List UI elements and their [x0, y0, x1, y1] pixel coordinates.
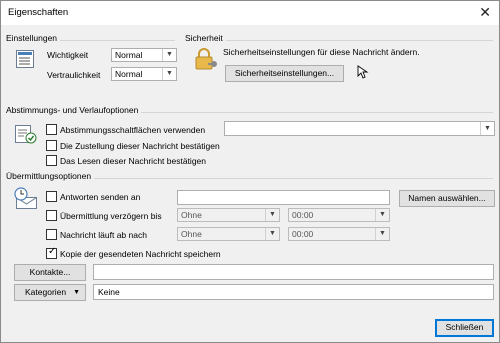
- delay-delivery-checkbox[interactable]: [46, 210, 57, 221]
- contacts-input[interactable]: [93, 264, 494, 280]
- chevron-down-icon: ▼: [375, 228, 389, 240]
- importance-label: Wichtigkeit: [47, 50, 89, 60]
- voting-buttons-checkbox[interactable]: [46, 124, 57, 135]
- chevron-down-icon: ▼: [480, 122, 494, 135]
- lock-key-icon: [195, 48, 217, 70]
- expires-label: Nachricht läuft ab nach: [60, 230, 147, 240]
- delay-time-select[interactable]: 00:00 ▼: [288, 208, 390, 222]
- replies-to-checkbox[interactable]: [46, 191, 57, 202]
- title-bar: Eigenschaften ✕: [1, 1, 499, 25]
- categories-input[interactable]: Keine: [93, 284, 494, 300]
- close-button[interactable]: Schließen: [435, 319, 494, 337]
- sensitivity-value: Normal: [115, 69, 143, 79]
- categories-button[interactable]: Kategorien ▼: [14, 284, 86, 301]
- delivery-clock-icon: [14, 187, 37, 209]
- read-receipt-label: Das Lesen dieser Nachricht bestätigen: [60, 156, 206, 166]
- chevron-down-icon: ▼: [265, 228, 279, 240]
- sensitivity-select[interactable]: Normal ▼: [111, 67, 177, 81]
- delivery-heading: Übermittlungsoptionen: [6, 171, 95, 181]
- expires-date-select[interactable]: Ohne ▼: [177, 227, 280, 241]
- importance-value: Normal: [115, 50, 143, 60]
- voting-buttons-select[interactable]: ▼: [224, 121, 495, 136]
- replies-to-label: Antworten senden an: [60, 192, 141, 202]
- chevron-down-icon: ▼: [375, 209, 389, 221]
- voting-check-icon: [15, 125, 37, 144]
- delay-date-value: Ohne: [181, 210, 202, 220]
- expires-time-value: 00:00: [292, 229, 314, 239]
- security-settings-button[interactable]: Sicherheitseinstellungen...: [225, 65, 344, 82]
- delay-date-select[interactable]: Ohne ▼: [177, 208, 280, 222]
- security-divider: [186, 40, 493, 41]
- voting-heading: Abstimmungs- und Verlaufoptionen: [6, 105, 142, 115]
- read-receipt-checkbox[interactable]: [46, 155, 57, 166]
- sensitivity-label: Vertraulichkeit: [47, 70, 101, 80]
- select-names-button[interactable]: Namen auswählen...: [399, 190, 495, 207]
- importance-select[interactable]: Normal ▼: [111, 48, 177, 62]
- settings-heading: Einstellungen: [6, 33, 61, 43]
- dropdown-arrow-icon: ▼: [73, 289, 80, 296]
- categories-button-label: Kategorien: [25, 287, 67, 297]
- close-icon[interactable]: ✕: [479, 4, 491, 21]
- chevron-down-icon: ▼: [162, 68, 176, 80]
- delay-delivery-label: Übermittlung verzögern bis: [60, 211, 162, 221]
- chevron-down-icon: ▼: [162, 49, 176, 61]
- security-description: Sicherheitseinstellungen für diese Nachr…: [223, 47, 420, 57]
- security-heading: Sicherheit: [185, 33, 226, 43]
- categories-value: Keine: [98, 287, 120, 297]
- properties-dialog: Eigenschaften ✕ Einstellungen Wichtigkei…: [0, 0, 500, 343]
- replies-to-input[interactable]: [177, 190, 390, 205]
- save-copy-label: Kopie der gesendeten Nachricht speichern: [60, 249, 221, 259]
- delivery-receipt-checkbox[interactable]: [46, 140, 57, 151]
- delivery-receipt-label: Die Zustellung dieser Nachricht bestätig…: [60, 141, 220, 151]
- window-title: Eigenschaften: [8, 7, 69, 18]
- voting-buttons-label: Abstimmungsschaltflächen verwenden: [60, 125, 206, 135]
- contacts-button[interactable]: Kontakte...: [14, 264, 86, 281]
- delay-time-value: 00:00: [292, 210, 314, 220]
- cursor-icon: [357, 65, 369, 79]
- checkmark-icon: ✓: [48, 246, 57, 257]
- expires-checkbox[interactable]: [46, 229, 57, 240]
- save-copy-checkbox[interactable]: ✓: [46, 246, 57, 259]
- expires-time-select[interactable]: 00:00 ▼: [288, 227, 390, 241]
- settings-list-icon: [16, 50, 34, 68]
- chevron-down-icon: ▼: [265, 209, 279, 221]
- expires-date-value: Ohne: [181, 229, 202, 239]
